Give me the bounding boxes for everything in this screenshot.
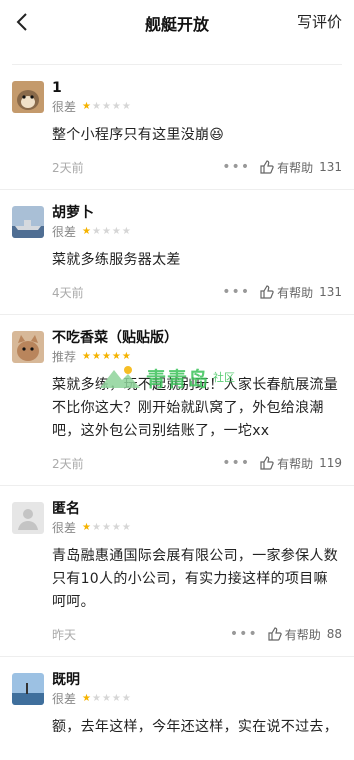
review-content: 额，去年这样，今年还这样，实在说不过去， <box>52 719 338 735</box>
reviewer-name[interactable]: 既明 <box>52 671 132 689</box>
thumbs-up-icon <box>260 285 274 299</box>
helpful-label: 有帮助 <box>277 456 314 471</box>
star-icon: ★ <box>101 693 111 704</box>
review-content: 青岛融惠通国际会展有限公司，一家参保人数只有10人的小公司，有实力接这样的项目嘛… <box>52 548 338 610</box>
watermark-mountain-icon <box>100 366 140 388</box>
star-icon: ★ <box>111 693 121 704</box>
cat-avatar-icon <box>12 331 44 363</box>
helpful-label: 有帮助 <box>277 285 314 300</box>
rating-label: 很差 <box>52 692 77 706</box>
helpful-count: 131 <box>319 160 342 174</box>
default-user-avatar-icon <box>12 502 44 534</box>
review-date: 昨天 <box>52 627 77 642</box>
helpful-button[interactable]: 有帮助 88 <box>268 626 342 643</box>
star-icon: ★ <box>111 226 121 237</box>
rating-label: 很差 <box>52 225 77 239</box>
avatar[interactable] <box>12 206 44 238</box>
star-icon: ★ <box>121 226 131 237</box>
more-options-icon[interactable]: ••• <box>222 159 250 175</box>
watermark-text: 青青岛 <box>146 366 209 391</box>
review-date: 2天前 <box>52 456 84 471</box>
seascape-avatar-icon <box>12 673 44 705</box>
reviewer-name[interactable]: 不吃香菜（贴贴版） <box>52 329 178 347</box>
review-list: 1 很差 ★ ★ ★ ★ ★ 整个小程序只有这里没崩😆 2天前 ••• 有帮助 131 <box>0 65 354 739</box>
watermark-logo: 青青岛 社区 <box>98 362 278 392</box>
star-icon: ★ <box>82 226 91 237</box>
star-icon: ★ <box>101 522 111 533</box>
helpful-button[interactable]: 有帮助 131 <box>260 284 342 301</box>
helpful-label: 有帮助 <box>284 627 321 642</box>
reviewer-name[interactable]: 匿名 <box>52 500 132 518</box>
star-icon: ★ <box>121 101 131 112</box>
star-icon: ★ <box>82 693 91 704</box>
more-options-icon[interactable]: ••• <box>230 626 258 642</box>
review-item: 不吃香菜（贴贴版） 推荐 ★ ★ ★ ★ ★ 菜就多练，玩不起就别玩！人家长春航展流量不… <box>0 315 354 486</box>
helpful-count: 131 <box>319 285 342 299</box>
review-item: 匿名 很差 ★ ★ ★ ★ ★ 青岛融惠通国际会展有限公司，一家参保人数只有10人的小公… <box>0 486 354 657</box>
star-icon: ★ <box>111 522 121 533</box>
star-icon: ★ <box>91 522 101 533</box>
star-icon: ★ <box>111 101 121 112</box>
helpful-button[interactable]: 有帮助 119 <box>260 455 342 472</box>
thumbs-up-icon <box>260 456 274 470</box>
header-bar: 舰艇开放 写评价 <box>0 0 354 44</box>
reviewer-name[interactable]: 胡萝卜 <box>52 204 132 222</box>
warship-avatar-icon <box>12 206 44 238</box>
review-content: 菜就多练服务器太差 <box>52 252 181 268</box>
review-date: 2天前 <box>52 160 84 175</box>
star-icon: ★ <box>121 693 131 704</box>
thumbs-up-icon <box>268 627 282 641</box>
star-rating: ★ ★ ★ ★ ★ <box>82 101 132 113</box>
star-icon: ★ <box>91 101 101 112</box>
star-icon: ★ <box>91 226 101 237</box>
avatar[interactable] <box>12 331 44 363</box>
rating-label: 很差 <box>52 100 77 114</box>
star-rating: ★ ★ ★ ★ ★ <box>82 226 132 238</box>
review-date: 4天前 <box>52 285 84 300</box>
reviewer-name[interactable]: 1 <box>52 79 132 97</box>
star-rating: ★ ★ ★ ★ ★ <box>82 693 132 705</box>
helpful-button[interactable]: 有帮助 131 <box>260 159 342 176</box>
hamster-avatar-icon <box>12 81 44 113</box>
star-icon: ★ <box>82 351 91 362</box>
review-item: 1 很差 ★ ★ ★ ★ ★ 整个小程序只有这里没崩😆 2天前 ••• 有帮助 131 <box>0 65 354 190</box>
helpful-label: 有帮助 <box>277 160 314 175</box>
helpful-count: 119 <box>319 456 342 470</box>
star-rating: ★ ★ ★ ★ ★ <box>82 522 132 534</box>
review-item: 胡萝卜 很差 ★ ★ ★ ★ ★ 菜就多练服务器太差 4天前 ••• 有帮助 131 <box>0 190 354 315</box>
avatar[interactable] <box>12 81 44 113</box>
review-item: 既明 很差 ★ ★ ★ ★ ★ 额，去年这样，今年还这样，实在说不过去， <box>0 657 354 739</box>
star-icon: ★ <box>82 522 91 533</box>
thumbs-up-icon <box>260 160 274 174</box>
more-options-icon[interactable]: ••• <box>222 284 250 300</box>
star-icon: ★ <box>121 522 131 533</box>
rating-label: 推荐 <box>52 350 77 364</box>
star-icon: ★ <box>101 226 111 237</box>
star-icon: ★ <box>91 693 101 704</box>
watermark-sub: 社区 <box>213 371 235 384</box>
rating-label: 很差 <box>52 521 77 535</box>
star-icon: ★ <box>101 101 111 112</box>
write-review-button[interactable]: 写评价 <box>297 11 342 32</box>
more-options-icon[interactable]: ••• <box>222 455 250 471</box>
review-content: 整个小程序只有这里没崩😆 <box>52 127 225 143</box>
star-icon: ★ <box>82 101 91 112</box>
avatar[interactable] <box>12 673 44 705</box>
avatar[interactable] <box>12 502 44 534</box>
helpful-count: 88 <box>326 627 342 641</box>
